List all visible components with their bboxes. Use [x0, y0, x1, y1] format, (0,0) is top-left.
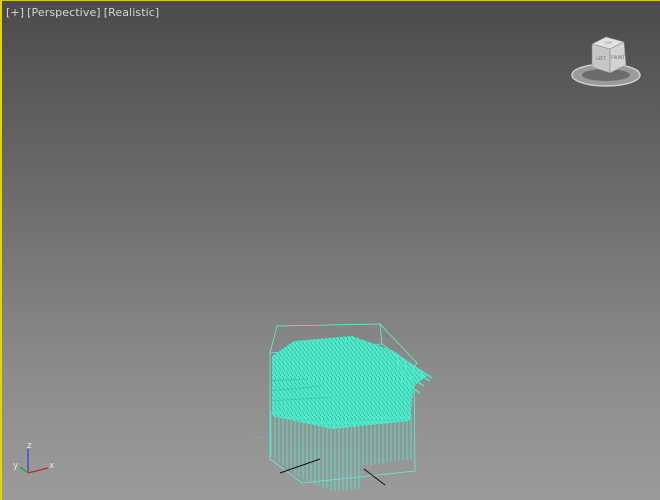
- scene-canvas[interactable]: [2, 1, 660, 500]
- perspective-viewport[interactable]: [+] [Perspective] [Realistic] TOP LEFT F…: [0, 0, 660, 500]
- y-axis-label: y: [13, 461, 19, 471]
- axis-tripod: z x y: [13, 441, 55, 474]
- particle-cube-object[interactable]: [269, 323, 433, 491]
- x-axis-icon: [27, 467, 49, 474]
- x-axis-label: x: [49, 461, 55, 471]
- y-axis-icon: [19, 466, 29, 474]
- z-axis-label: z: [27, 441, 32, 451]
